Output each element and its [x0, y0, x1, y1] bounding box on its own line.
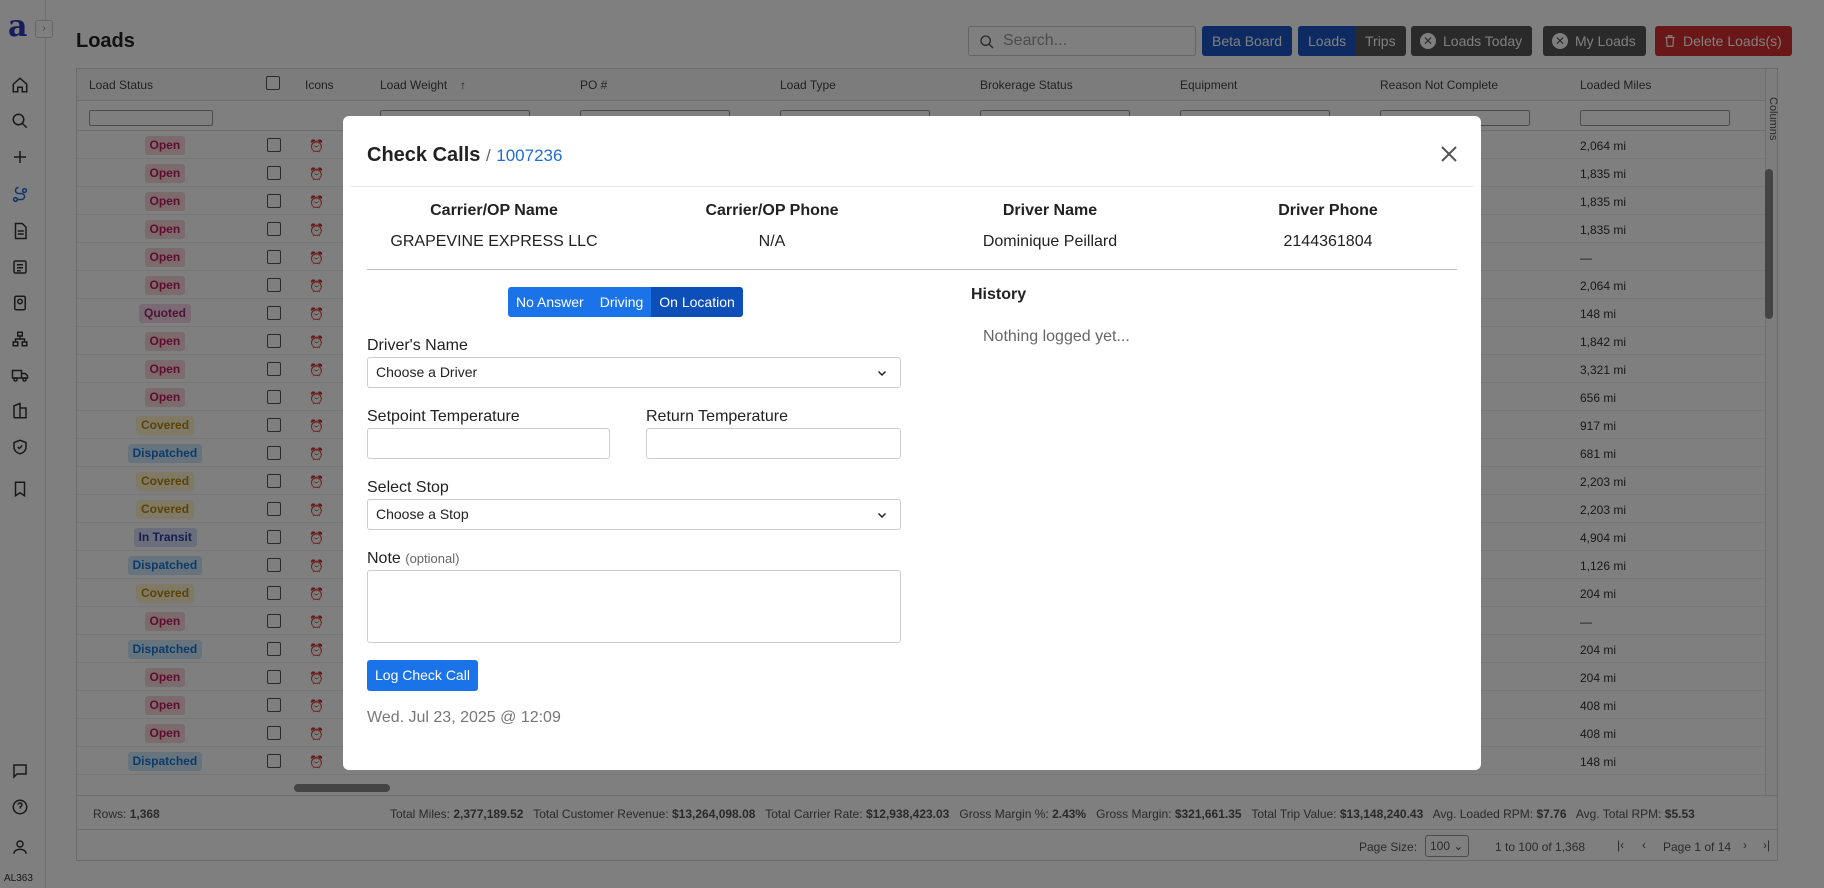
chevron-down-icon — [877, 370, 887, 377]
driver-label: Driver's Name — [367, 337, 468, 354]
status-on-location-button[interactable]: On Location — [651, 287, 743, 317]
return-temp-input[interactable] — [646, 428, 901, 459]
setpoint-temp-label: Setpoint Temperature — [367, 408, 520, 425]
stop-select[interactable]: Choose a Stop — [367, 499, 901, 530]
status-no-answer-button[interactable]: No Answer — [508, 287, 592, 317]
load-id-link[interactable]: 1007236 — [496, 146, 562, 165]
driver-phone-field: Driver Phone 2144361804 — [1278, 202, 1378, 250]
info-divider — [367, 269, 1457, 270]
modal-title: Check Calls / 1007236 — [367, 144, 563, 166]
stop-label: Select Stop — [367, 479, 449, 496]
note-textarea[interactable] — [367, 570, 901, 643]
history-title: History — [971, 286, 1027, 303]
return-temp-label: Return Temperature — [646, 408, 788, 425]
check-calls-modal: Check Calls / 1007236 Carrier/OP Name GRA… — [343, 116, 1481, 770]
setpoint-temp-input[interactable] — [367, 428, 610, 459]
note-label: Note (optional) — [367, 550, 460, 567]
modal-divider — [351, 186, 1473, 187]
status-toggle-group: No Answer Driving On Location — [508, 287, 743, 317]
current-timestamp: Wed. Jul 23, 2025 @ 12:09 — [367, 709, 561, 726]
log-check-call-button[interactable]: Log Check Call — [367, 660, 478, 691]
driver-name-field: Driver Name Dominique Peillard — [982, 202, 1118, 250]
carrier-phone-field: Carrier/OP Phone N/A — [705, 202, 839, 250]
history-empty-state: Nothing logged yet... — [983, 328, 1130, 345]
status-driving-button[interactable]: Driving — [591, 287, 652, 317]
driver-select[interactable]: Choose a Driver — [367, 357, 901, 388]
carrier-name-field: Carrier/OP Name GRAPEVINE EXPRESS LLC — [390, 202, 598, 250]
chevron-down-icon — [877, 512, 887, 519]
close-icon[interactable] — [1437, 142, 1461, 166]
